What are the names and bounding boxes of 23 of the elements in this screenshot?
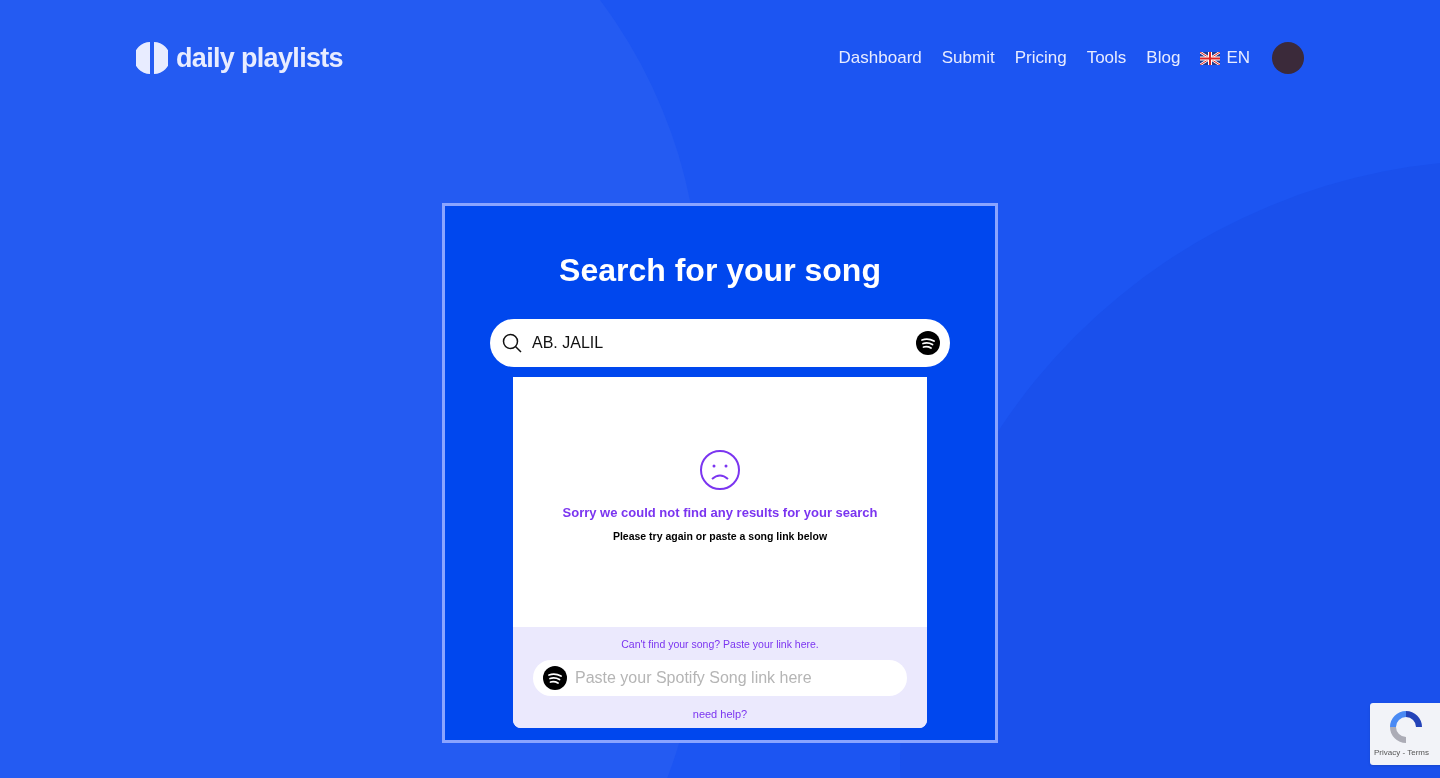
spotify-icon — [916, 331, 940, 355]
search-icon — [502, 333, 522, 353]
help-link[interactable]: need help? — [692, 705, 748, 723]
language-selector[interactable]: EN — [1226, 45, 1250, 71]
search-field[interactable]: AB. JALIL — [490, 319, 950, 367]
nav-link[interactable]: Blog — [1146, 45, 1181, 71]
privacy-terms-links[interactable]: Privacy - Terms — [1374, 747, 1429, 759]
no-results-hint: Please try again or paste a song link below — [612, 528, 828, 544]
spotify-icon — [543, 665, 567, 690]
link-field[interactable]: Paste your Spotify Song link here — [533, 659, 907, 696]
nav-link[interactable]: Tools — [1086, 45, 1127, 71]
logo-icon — [136, 40, 168, 76]
flag-icon — [1200, 51, 1221, 65]
nav-link[interactable]: Dashboard — [838, 45, 922, 71]
recaptcha-badge[interactable]: Privacy - Terms — [1370, 703, 1440, 765]
no-results-message: Sorry we could not find any results for your search — [562, 504, 878, 522]
avatar[interactable] — [1272, 42, 1304, 74]
nav-link[interactable]: Submit — [941, 45, 995, 71]
paste-prompt: Can't find your song? Paste your link here. — [621, 637, 819, 652]
nav-link[interactable]: Pricing — [1014, 45, 1067, 71]
brand-name[interactable]: daily playlists — [176, 37, 343, 79]
search-heading: Search for your song — [559, 251, 881, 290]
sad-face-icon — [699, 449, 741, 491]
